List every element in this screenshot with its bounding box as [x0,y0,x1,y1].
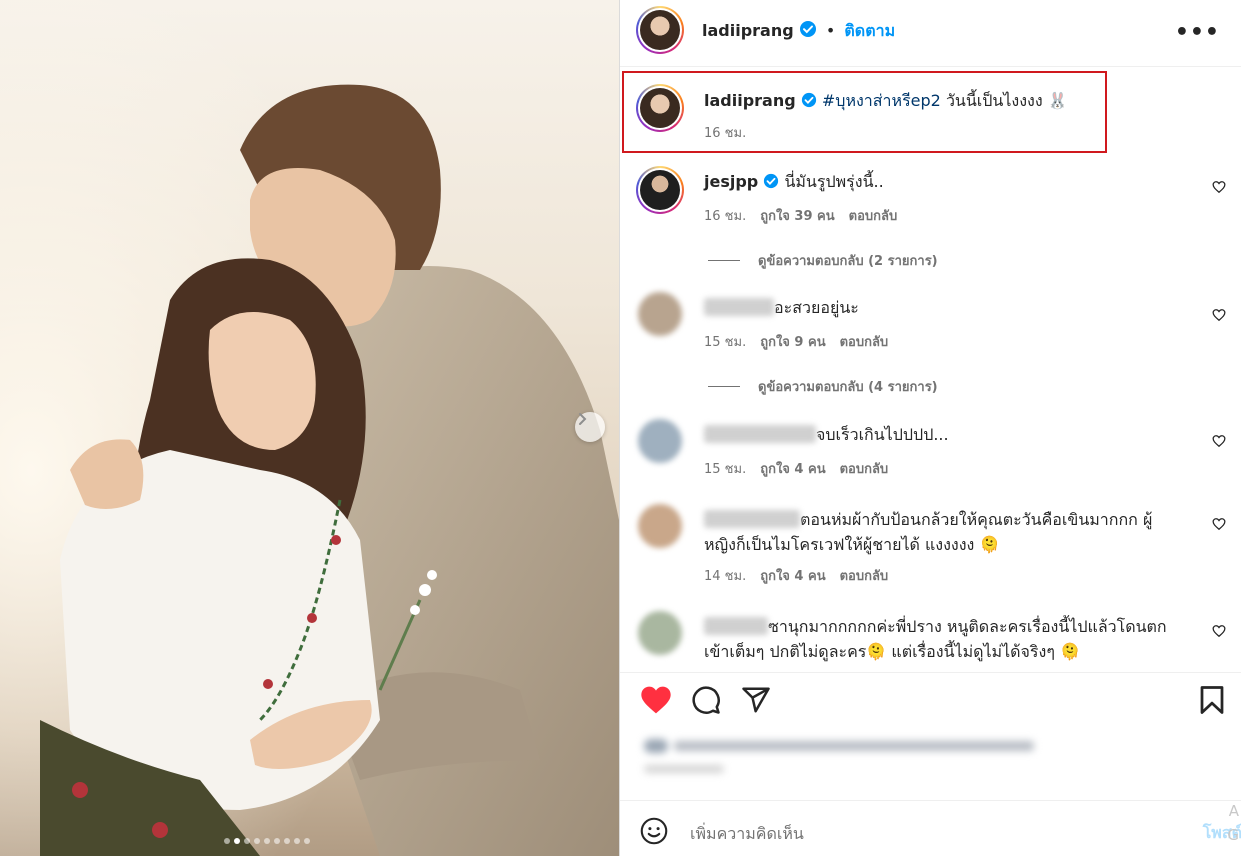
carousel-dot [224,838,230,844]
comment-item: อะสวยอยู่นะ 15 ชม. ถูกใจ 9 คน ตอบกลับ ดู… [620,290,1241,400]
comment-item: jesjpp นี่มันรูปพรุ่งนี้.. 16 ชม. ถูกใจ … [620,164,1241,274]
replies-divider [708,386,740,387]
view-replies-button[interactable]: ดูข้อความตอบกลับ (4 รายการ) [708,376,938,397]
commenter-avatar[interactable] [638,611,682,655]
share-paper-plane-icon[interactable] [741,685,771,715]
comment-item: ซานุกมากกกกกค่ะพี่ปราง หนูติดละครเรื่องน… [620,607,1241,669]
caption-username[interactable]: ladiiprang [704,91,796,110]
carousel-dot [294,838,300,844]
verified-badge-icon [801,92,816,108]
like-comment-heart-icon[interactable] [1212,180,1226,194]
comment-likes[interactable]: ถูกใจ 9 คน [760,331,825,352]
commenter-avatar[interactable] [638,419,682,463]
ghost-letter: A [1228,802,1239,820]
comment-item: ตอนห่มผ้ากับป้อนกล้วยให้คุณตะวันคือเขินม… [620,500,1241,595]
commenter-avatar[interactable] [638,292,682,336]
comment-text: อะสวยอยู่นะ [774,298,859,317]
emoji-smiley-icon[interactable] [640,817,668,845]
like-comment-heart-icon[interactable] [1212,517,1226,531]
comment-item: จบเร็วเกินไปปปป... 15 ชม. ถูกใจ 4 คน ตอบ… [620,417,1241,487]
caption-hashtag[interactable]: #บุหงาส่าหรีep2 [822,91,941,110]
likes-summary-blurred [640,735,1034,779]
carousel-dot [244,838,250,844]
couple-photo-illustration [0,0,619,856]
commenter-username-blurred[interactable] [704,510,800,528]
carousel-dot [304,838,310,844]
replies-divider [708,260,740,261]
overlay-ghost-text: A G [1227,801,1239,845]
reply-button[interactable]: ตอบกลับ [840,331,889,352]
caption-avatar[interactable] [636,84,684,132]
post-actions-bar [620,672,1241,720]
comment-likes[interactable]: ถูกใจ 4 คน [760,565,825,586]
commenter-username-blurred[interactable] [704,425,816,443]
post-photo[interactable] [0,0,619,856]
comment-text: จบเร็วเกินไปปปป... [816,425,949,444]
like-comment-heart-icon[interactable] [1212,624,1226,638]
view-replies-button[interactable]: ดูข้อความตอบกลับ (2 รายการ) [708,250,938,271]
carousel-dot [284,838,290,844]
caption-time[interactable]: 16 ชม. [704,122,746,143]
comment-time[interactable]: 15 ชม. [704,331,746,352]
commenter-username-blurred[interactable] [704,617,768,635]
chevron-right-icon [579,413,587,425]
comment-text: นี่มันรูปพรุ่งนี้.. [784,172,884,191]
comment-input[interactable]: เพิ่มความคิดเห็น [690,822,804,847]
caption-text: วันนี้เป็นไงงงง 🐰 [940,91,1068,110]
like-heart-icon[interactable] [640,685,672,715]
add-comment-bar: เพิ่มความคิดเห็น โพสต์ [620,800,1241,856]
like-comment-heart-icon[interactable] [1212,308,1226,322]
carousel-dot [254,838,260,844]
reply-button[interactable]: ตอบกลับ [840,565,889,586]
header-separator: • [825,21,836,40]
follow-button[interactable]: ติดตาม [844,21,895,40]
reply-button[interactable]: ตอบกลับ [849,205,898,226]
carousel-next-button[interactable] [575,412,605,442]
reply-button[interactable]: ตอบกลับ [840,458,889,479]
commenter-avatar[interactable] [638,504,682,548]
commenter-avatar[interactable] [636,166,684,214]
comment-likes[interactable]: ถูกใจ 39 คน [760,205,834,226]
carousel-dot [264,838,270,844]
post-detail-panel: ladiiprang • ติดตาม ••• ladiiprang #บุหง… [619,0,1241,856]
comment-time[interactable]: 15 ชม. [704,458,746,479]
commenter-username-blurred[interactable] [704,298,774,316]
comment-time[interactable]: 14 ชม. [704,565,746,586]
view-replies-label: ดูข้อความตอบกลับ (2 รายการ) [758,254,938,269]
save-bookmark-icon[interactable] [1199,685,1225,715]
ghost-letter: G [1227,826,1239,844]
author-avatar[interactable] [636,6,684,54]
carousel-dot [274,838,280,844]
carousel-dot [234,838,240,844]
more-options-icon[interactable]: ••• [1175,20,1220,45]
view-replies-label: ดูข้อความตอบกลับ (4 รายการ) [758,380,938,395]
comment-likes[interactable]: ถูกใจ 4 คน [760,458,825,479]
comment-time[interactable]: 16 ชม. [704,205,746,226]
post-header: ladiiprang • ติดตาม ••• [620,0,1241,67]
verified-badge-icon [799,21,816,37]
verified-badge-icon [764,173,779,189]
commenter-username[interactable]: jesjpp [704,172,758,191]
carousel-indicator [224,838,310,844]
caption: ladiiprang #บุหงาส่าหรีep2 วันนี้เป็นไงง… [620,80,1241,152]
like-comment-heart-icon[interactable] [1212,434,1226,448]
author-username[interactable]: ladiiprang [702,21,794,40]
comment-text: ซานุกมากกกกกค่ะพี่ปราง หนูติดละครเรื่องน… [704,617,1167,661]
comment-bubble-icon[interactable] [691,685,721,715]
